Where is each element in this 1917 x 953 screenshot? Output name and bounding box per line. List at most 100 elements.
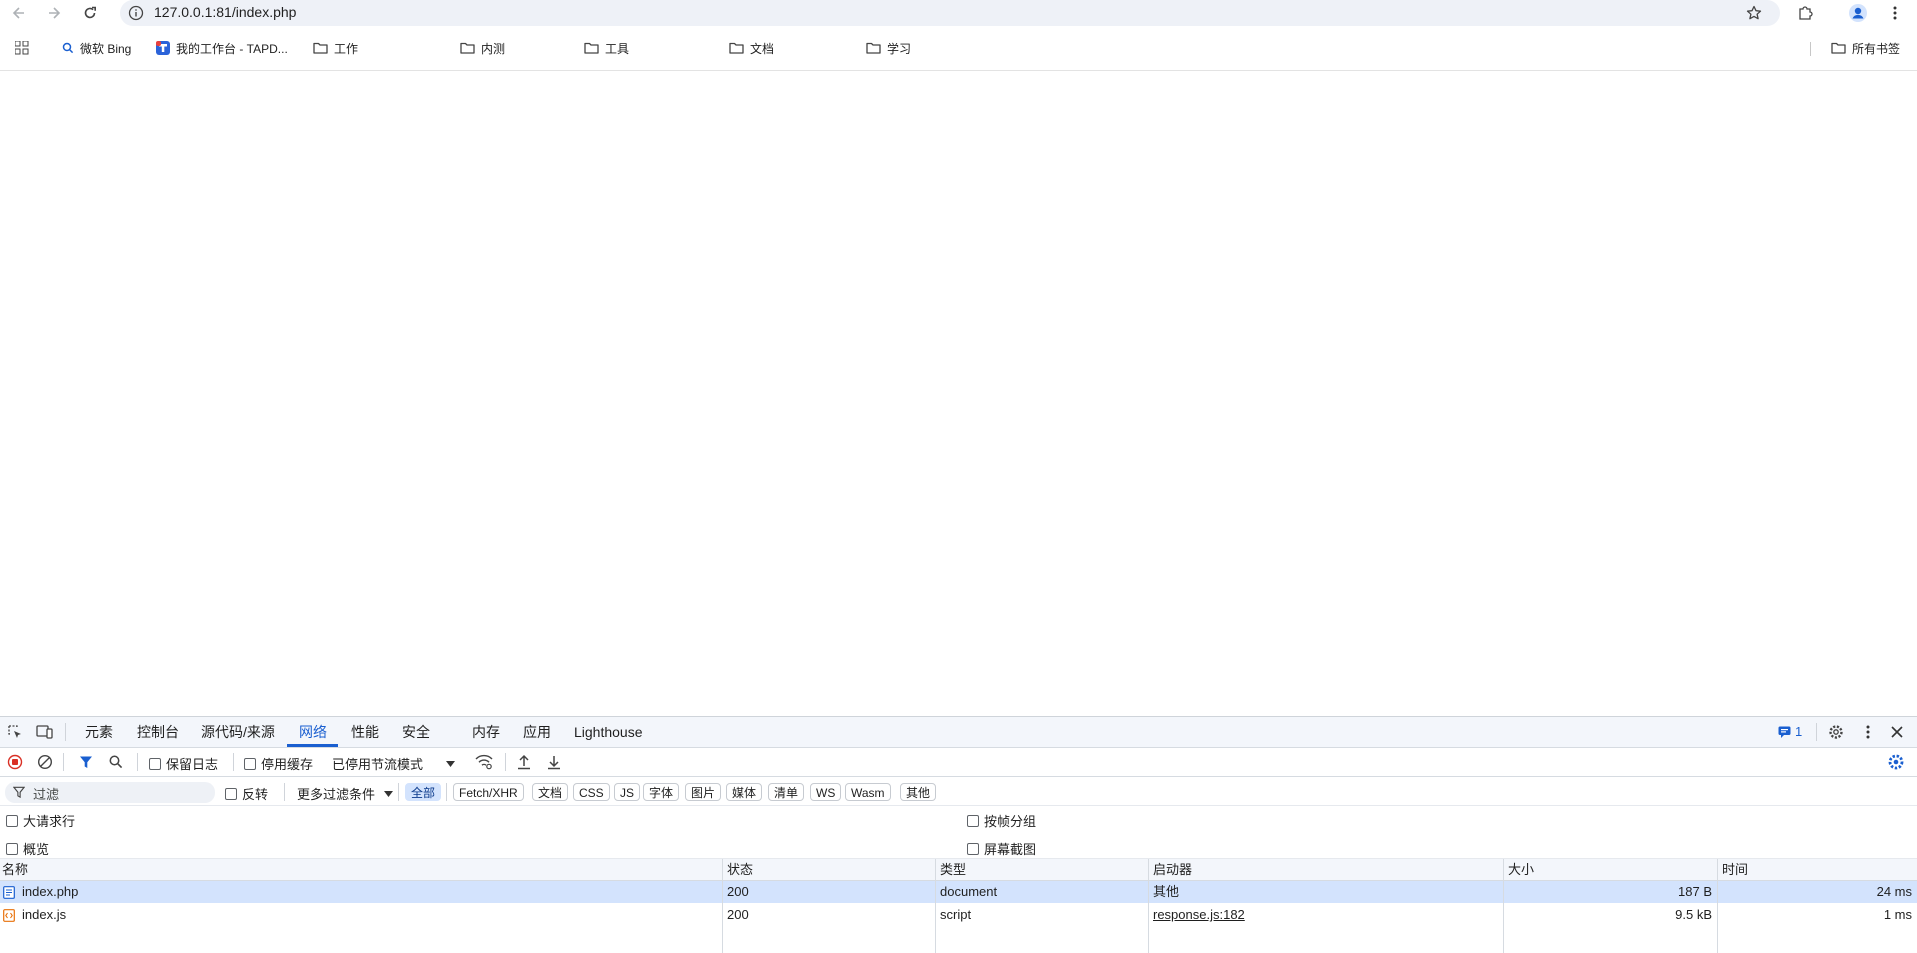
column-divider[interactable] (1148, 859, 1149, 953)
reload-button[interactable] (80, 3, 100, 23)
type-filter-font[interactable]: 字体 (643, 783, 680, 801)
tab-performance[interactable]: 性能 (351, 717, 379, 747)
issues-badge[interactable]: 1 (1778, 724, 1802, 739)
site-info-icon[interactable] (128, 5, 144, 21)
type-filter-js[interactable]: JS (614, 783, 641, 801)
checkbox-box[interactable] (149, 757, 161, 770)
invert-checkbox[interactable]: 反转 (225, 784, 268, 803)
arrow-right-icon (49, 7, 61, 19)
devtools-close-button[interactable] (1887, 722, 1907, 742)
search-icon (109, 755, 123, 769)
network-conditions-button[interactable] (474, 752, 494, 772)
devtools-panel: 元素 控制台 源代码/来源 网络 性能 安全 内存 应用 Lighthouse … (0, 716, 1917, 953)
preserve-log-checkbox[interactable]: 保留日志 (149, 754, 218, 773)
tab-memory[interactable]: 内存 (472, 717, 500, 747)
tab-application[interactable]: 应用 (523, 717, 551, 747)
request-status: 200 (727, 907, 749, 922)
forward-button[interactable] (44, 3, 64, 23)
checkbox-box[interactable] (244, 757, 256, 770)
all-bookmarks-button[interactable]: 所有书签 (1831, 36, 1900, 60)
bookmark-folder-docs[interactable]: 文档 (729, 36, 774, 60)
type-filter-img[interactable]: 图片 (685, 783, 722, 801)
column-header-type[interactable]: 类型 (935, 859, 1148, 880)
clear-button[interactable] (35, 752, 55, 772)
tab-lighthouse[interactable]: Lighthouse (574, 717, 643, 747)
column-header-initiator[interactable]: 启动器 (1148, 859, 1503, 880)
disable-cache-checkbox[interactable]: 停用缓存 (244, 754, 313, 773)
column-divider[interactable] (1717, 859, 1718, 953)
bookmark-folder-tools[interactable]: 工具 (584, 36, 629, 60)
table-header: 名称 状态 类型 启动器 大小 时间 (0, 859, 1917, 881)
record-stop-icon (7, 754, 23, 770)
browser-menu-button[interactable] (1885, 3, 1905, 23)
tab-elements[interactable]: 元素 (85, 717, 113, 747)
tab-security[interactable]: 安全 (402, 717, 430, 747)
filter-toggle-button[interactable] (76, 752, 96, 772)
screenshots-checkbox[interactable]: 屏幕截图 (967, 839, 1036, 858)
tab-sources[interactable]: 源代码/来源 (201, 717, 275, 747)
column-divider[interactable] (722, 859, 723, 953)
type-filter-media[interactable]: 媒体 (726, 783, 763, 801)
apps-grid-icon[interactable] (15, 41, 29, 55)
caret-down-icon (384, 790, 394, 797)
devtools-settings-button[interactable] (1826, 722, 1846, 742)
checkbox-box[interactable] (225, 787, 237, 800)
inspect-cursor-icon (8, 725, 21, 738)
devtools-menu-button[interactable] (1858, 722, 1878, 742)
url-text[interactable]: 127.0.0.1:81/index.php (154, 4, 296, 20)
kebab-menu-icon (1866, 725, 1870, 739)
address-bar[interactable] (120, 0, 1780, 26)
profile-button[interactable] (1848, 3, 1868, 23)
caret-down-icon (446, 760, 456, 767)
overview-checkbox[interactable]: 概览 (6, 839, 49, 858)
type-filter-doc[interactable]: 文档 (532, 783, 569, 801)
request-initiator-link[interactable]: response.js:182 (1148, 904, 1503, 925)
more-filters-dropdown[interactable]: 更多过滤条件 (297, 784, 394, 803)
checkbox-box[interactable] (6, 814, 18, 827)
checkbox-box[interactable] (967, 842, 979, 855)
table-row[interactable]: index.js 200 script response.js:182 9.5 … (0, 904, 1917, 926)
filter-icon (13, 786, 25, 798)
extensions-button[interactable] (1795, 3, 1815, 23)
bookmark-tapd[interactable]: 我的工作台 - TAPD... (156, 36, 288, 60)
big-request-rows-checkbox[interactable]: 大请求行 (6, 811, 75, 830)
type-filter-wasm[interactable]: Wasm (845, 783, 891, 801)
bookmark-folder-work[interactable]: 工作 (313, 36, 358, 60)
type-filter-all[interactable]: 全部 (405, 783, 442, 801)
request-size: 9.5 kB (1675, 907, 1712, 922)
reload-icon (84, 6, 96, 19)
import-har-button[interactable] (514, 752, 534, 772)
type-filter-other[interactable]: 其他 (900, 783, 937, 801)
type-filter-ws[interactable]: WS (810, 783, 842, 801)
checkbox-box[interactable] (6, 842, 18, 855)
type-filter-css[interactable]: CSS (573, 783, 610, 801)
type-filter-fetch-xhr[interactable]: Fetch/XHR (453, 783, 524, 801)
column-divider[interactable] (1503, 859, 1504, 953)
throttling-select[interactable]: 已停用节流模式 (332, 754, 456, 773)
column-header-name[interactable]: 名称 (0, 859, 722, 880)
tab-network[interactable]: 网络 (299, 717, 327, 747)
column-header-size[interactable]: 大小 (1503, 859, 1717, 880)
back-button[interactable] (9, 3, 29, 23)
folder-icon (866, 42, 881, 54)
bookmark-folder-beta[interactable]: 内测 (460, 36, 505, 60)
stop-recording-button[interactable] (5, 752, 25, 772)
device-toolbar-button[interactable] (35, 722, 55, 742)
type-filter-manifest[interactable]: 清单 (768, 783, 805, 801)
column-divider[interactable] (935, 859, 936, 953)
bookmark-bing[interactable]: 微软 Bing (62, 36, 131, 60)
export-har-button[interactable] (544, 752, 564, 772)
script-file-icon (3, 909, 15, 922)
bookmark-folder-study[interactable]: 学习 (866, 36, 911, 60)
tab-console[interactable]: 控制台 (137, 717, 179, 747)
inspect-element-button[interactable] (5, 722, 25, 742)
network-settings-button[interactable] (1886, 752, 1906, 772)
column-header-time[interactable]: 时间 (1717, 859, 1917, 880)
group-by-frame-checkbox[interactable]: 按帧分组 (967, 811, 1036, 830)
column-header-status[interactable]: 状态 (722, 859, 935, 880)
bookmark-star-button[interactable] (1744, 3, 1764, 23)
gear-icon (1888, 754, 1904, 770)
table-row[interactable]: index.php 200 document 其他 187 B 24 ms (0, 881, 1917, 903)
search-button[interactable] (106, 752, 126, 772)
checkbox-box[interactable] (967, 814, 979, 827)
